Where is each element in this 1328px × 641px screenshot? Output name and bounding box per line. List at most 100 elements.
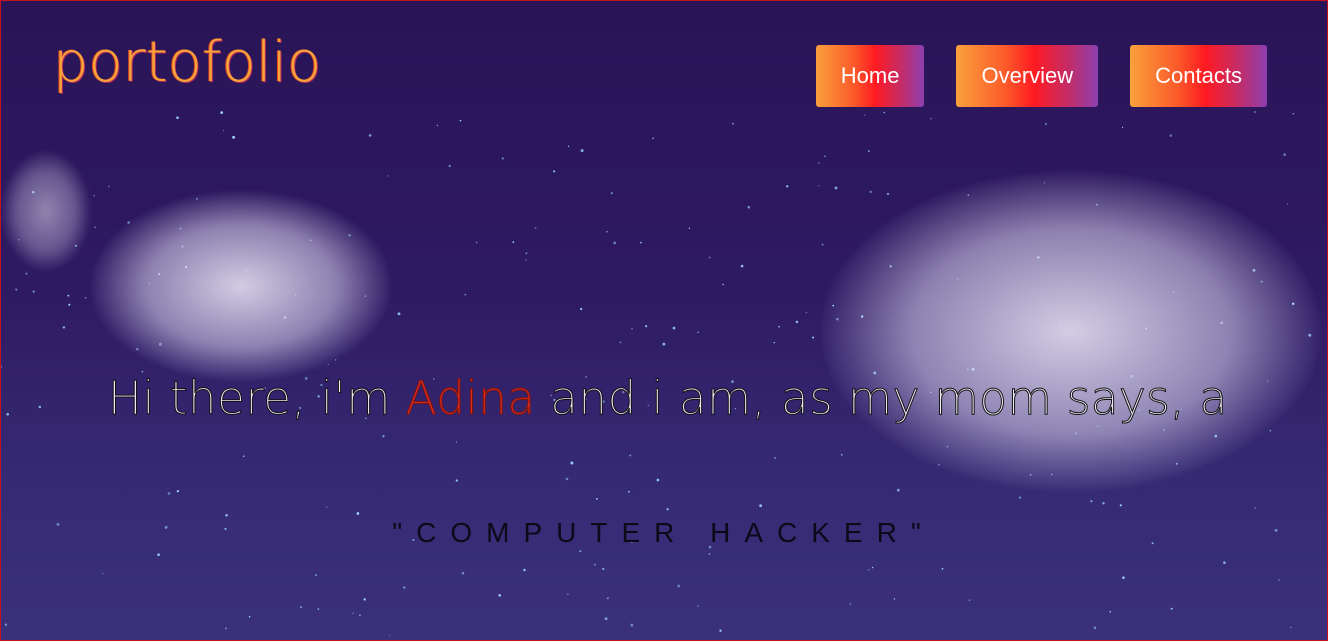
star	[1170, 607, 1173, 610]
star	[821, 243, 824, 246]
star	[759, 504, 763, 508]
star	[1278, 579, 1280, 581]
star	[930, 117, 932, 120]
nav-home-button[interactable]: Home	[815, 45, 925, 107]
star	[1289, 626, 1292, 629]
star	[248, 615, 251, 618]
star	[631, 328, 633, 330]
star	[688, 227, 690, 229]
star	[773, 341, 775, 344]
star	[382, 435, 385, 438]
star	[740, 264, 744, 268]
star	[102, 572, 104, 575]
star	[448, 164, 451, 168]
star	[596, 498, 598, 500]
star	[677, 584, 681, 588]
star	[553, 170, 556, 173]
star	[672, 326, 676, 330]
hero-name: Adina	[405, 371, 536, 426]
star	[606, 597, 609, 600]
star	[666, 508, 669, 511]
star	[708, 553, 711, 555]
star	[656, 478, 660, 482]
star	[356, 512, 360, 515]
star	[455, 479, 458, 482]
cloud-left-small	[1, 151, 91, 271]
star	[525, 259, 527, 261]
star	[639, 241, 642, 244]
star	[461, 571, 465, 575]
star	[32, 290, 35, 293]
star	[1090, 500, 1093, 503]
star	[15, 288, 18, 291]
star	[224, 627, 227, 630]
star	[628, 490, 630, 493]
star	[719, 629, 722, 632]
star	[834, 186, 838, 190]
star	[157, 553, 160, 557]
star	[455, 441, 458, 443]
star	[220, 111, 224, 114]
star	[108, 185, 110, 188]
star	[403, 586, 406, 589]
star	[869, 190, 872, 194]
star	[534, 227, 537, 230]
star	[868, 569, 870, 571]
star	[579, 550, 582, 553]
star	[386, 175, 389, 177]
star	[604, 617, 608, 621]
star	[841, 454, 843, 456]
star	[645, 325, 648, 328]
star	[610, 192, 613, 195]
star	[886, 192, 890, 195]
star	[1223, 561, 1226, 564]
star	[167, 492, 171, 495]
star	[464, 294, 466, 296]
star	[602, 567, 605, 571]
cloud-right	[821, 171, 1321, 491]
star	[94, 226, 96, 229]
star	[501, 157, 504, 160]
star	[67, 294, 70, 297]
star	[1286, 203, 1289, 206]
star	[567, 593, 569, 596]
star	[475, 241, 478, 244]
star	[823, 155, 826, 158]
star	[629, 454, 632, 457]
hero-intro-before: Hi there, i'm	[107, 371, 406, 426]
nav-overview-button[interactable]: Overview	[956, 45, 1099, 107]
star	[1283, 153, 1287, 156]
star	[176, 116, 179, 119]
star	[570, 461, 574, 465]
star	[1044, 122, 1047, 125]
star	[867, 150, 870, 153]
hero-subtitle: "COMPUTER HACKER"	[392, 517, 935, 548]
star	[436, 124, 439, 127]
star	[565, 477, 569, 481]
star	[459, 119, 462, 122]
star	[368, 134, 372, 137]
star	[593, 563, 596, 566]
star	[883, 111, 886, 114]
star	[222, 129, 225, 132]
star	[93, 195, 95, 197]
star	[968, 599, 971, 601]
star	[1269, 429, 1272, 432]
star	[176, 489, 180, 493]
star	[84, 296, 87, 299]
nav-contacts-button[interactable]: Contacts	[1130, 45, 1267, 107]
star	[352, 612, 354, 614]
star	[523, 568, 526, 572]
site-logo[interactable]: portofolio	[53, 35, 321, 91]
star	[580, 307, 583, 311]
star	[1169, 134, 1173, 137]
star	[1093, 626, 1097, 630]
star	[1, 365, 3, 368]
star	[4, 623, 8, 626]
star	[68, 303, 71, 306]
star	[795, 320, 799, 324]
star	[708, 256, 711, 259]
star	[358, 614, 361, 617]
star	[864, 114, 866, 116]
star	[722, 283, 724, 286]
